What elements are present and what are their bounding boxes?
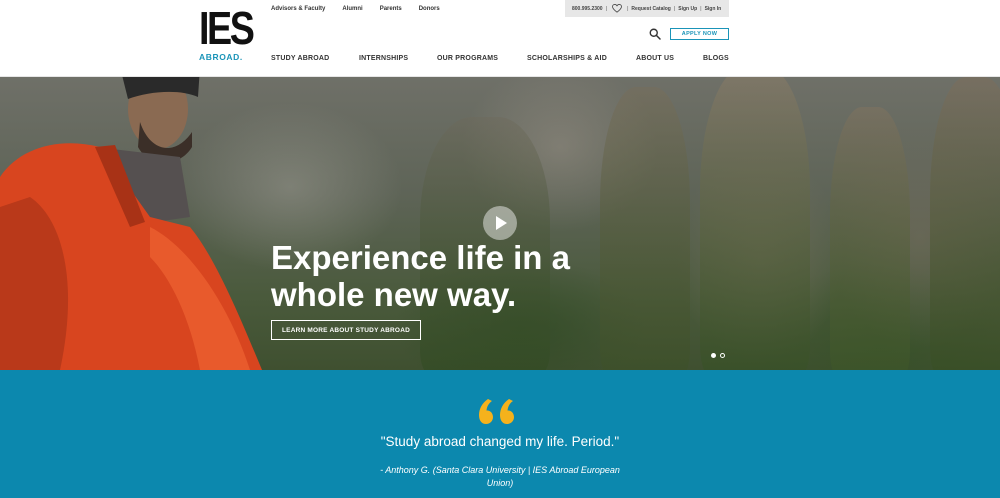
nav-scholarships-aid[interactable]: SCHOLARSHIPS & AID: [527, 55, 607, 62]
nav-internships[interactable]: INTERNSHIPS: [359, 55, 408, 62]
hero-headline: Experience life in a whole new way.: [271, 239, 691, 313]
testimonial-author: - Anthony G. (Santa Clara University | I…: [355, 464, 645, 490]
testimonial-quote: "Study abroad changed my life. Period.": [380, 434, 620, 449]
testimonial-author-line: Union): [486, 478, 514, 488]
cliff-background: [700, 77, 810, 370]
testimonial-section: "Study abroad changed my life. Period." …: [0, 370, 1000, 498]
separator: |: [627, 5, 629, 12]
separator: |: [605, 5, 607, 12]
cliff-background: [930, 77, 1000, 370]
hero-video-banner: Experience life in a whole new way. LEAR…: [0, 77, 1000, 370]
play-video-button[interactable]: [483, 206, 517, 240]
hiker-photo: [0, 77, 262, 370]
separator: |: [673, 5, 676, 12]
heart-icon[interactable]: [612, 4, 622, 13]
utility-link-parents[interactable]: Parents: [380, 6, 402, 12]
hero-headline-line: Experience life in a: [271, 239, 570, 276]
cliff-background: [830, 107, 910, 370]
utility-link-donors[interactable]: Donors: [419, 6, 440, 12]
sign-up-link[interactable]: Sign Up: [678, 6, 697, 12]
apply-now-button[interactable]: APPLY NOW: [670, 28, 729, 40]
nav-study-abroad[interactable]: STUDY ABROAD: [271, 55, 329, 62]
learn-more-study-abroad-button[interactable]: LEARN MORE ABOUT STUDY ABROAD: [271, 320, 421, 340]
carousel-dot-active[interactable]: [711, 353, 716, 358]
cliff-background: [600, 87, 690, 370]
utility-link-alumni[interactable]: Alumni: [342, 6, 362, 12]
account-utility-bar: 800.995.2300 | | Request Catalog | Sign …: [565, 0, 729, 17]
request-catalog-link[interactable]: Request Catalog: [631, 6, 670, 12]
carousel-dot[interactable]: [720, 353, 725, 358]
hero-headline-line: whole new way.: [271, 276, 517, 313]
separator: |: [700, 5, 702, 12]
testimonial-author-line: - Anthony G. (Santa Clara University | I…: [380, 465, 620, 475]
nav-our-programs[interactable]: OUR PROGRAMS: [437, 55, 498, 62]
logo-ies-text: IES: [199, 2, 255, 54]
quote-icon: [479, 399, 514, 424]
nav-blogs[interactable]: BLOGS: [703, 55, 729, 62]
nav-about-us[interactable]: ABOUT US: [636, 55, 674, 62]
sign-in-link[interactable]: Sign In: [705, 6, 722, 12]
main-nav: STUDY ABROAD INTERNSHIPS OUR PROGRAMS SC…: [0, 55, 1000, 65]
utility-link-advisors-faculty[interactable]: Advisors & Faculty: [271, 6, 325, 12]
phone-number[interactable]: 800.995.2300: [572, 6, 603, 12]
utility-links: Advisors & Faculty Alumni Parents Donors: [271, 6, 457, 12]
search-icon[interactable]: [649, 28, 661, 40]
play-icon: [496, 216, 507, 230]
site-header: IES ABROAD. Advisors & Faculty Alumni Pa…: [0, 0, 1000, 77]
